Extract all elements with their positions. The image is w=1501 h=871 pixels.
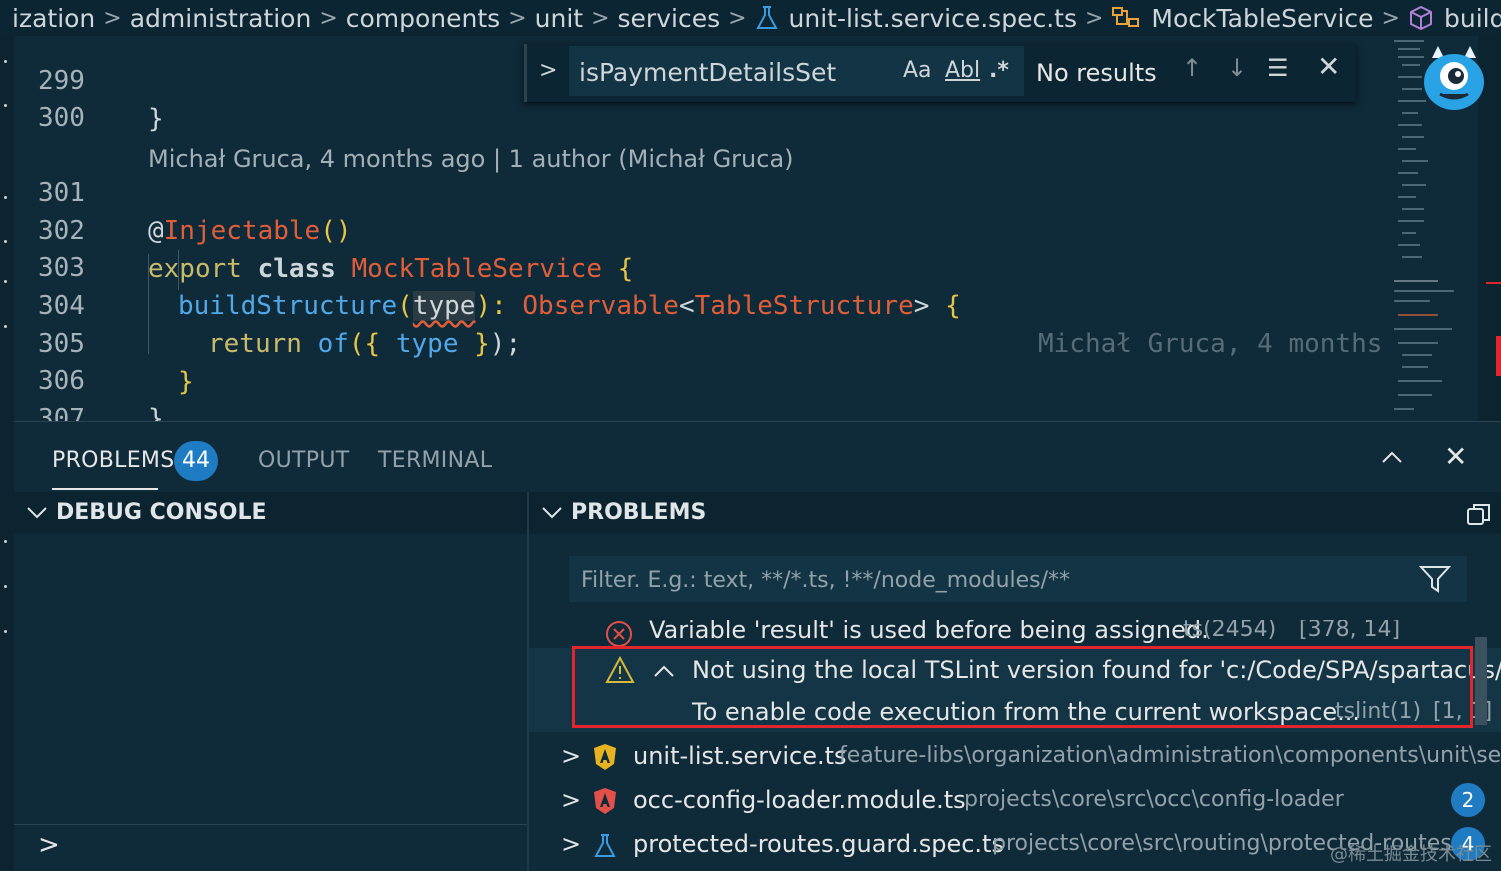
breadcrumb-item[interactable]: ization [12, 4, 95, 33]
active-tab-indicator [52, 488, 158, 490]
filter-funnel-icon[interactable] [1418, 564, 1452, 598]
strip-dot [4, 240, 7, 243]
file-name: protected-routes.guard.spec.ts [633, 830, 1004, 858]
chevron-right-icon: > [319, 5, 338, 31]
strip-dot [4, 325, 7, 328]
strip-dot [4, 60, 7, 63]
tab-problems[interactable]: PROBLEMS [52, 448, 174, 473]
line-number: 307 [38, 404, 85, 421]
breadcrumb: ization > administration > components > … [0, 0, 1501, 36]
problems-filter-input[interactable] [579, 562, 1403, 598]
code-line: 302 export class MockTableService { [14, 174, 1390, 284]
chevron-right-icon: > [591, 5, 610, 31]
problem-file-row[interactable]: > occ-config-loader.module.ts projects\c… [529, 778, 1501, 822]
close-icon[interactable]: ✕ [1444, 440, 1467, 473]
chevron-right-icon: > [728, 5, 747, 31]
file-path: feature-libs\organization\administration… [839, 743, 1501, 768]
strip-dot [4, 630, 7, 633]
match-whole-word-toggle[interactable]: Abl [945, 58, 980, 83]
code-line: 306 } [14, 324, 1390, 421]
chevron-right-icon: > [1084, 5, 1104, 31]
problems-filter-container [569, 556, 1467, 602]
restore-view-icon[interactable] [1466, 501, 1492, 531]
panel-tab-bar: PROBLEMS 44 OUTPUT TERMINAL ✕ [14, 422, 1501, 492]
tab-terminal[interactable]: TERMINAL [378, 448, 492, 473]
arrow-up-icon[interactable]: ↑ [1182, 54, 1202, 82]
code-line: 307 [14, 362, 1390, 421]
code-line: 301 @Injectable() [14, 136, 1390, 246]
method-cube-icon [1408, 5, 1434, 31]
breadcrumb-item[interactable]: MockTableService [1151, 4, 1373, 33]
debug-console-title: DEBUG CONSOLE [56, 500, 267, 525]
chevron-right-icon: > [561, 830, 582, 858]
strip-dot [4, 104, 7, 107]
strip-dot [4, 196, 7, 199]
code-line: 305 } [14, 287, 1390, 397]
code-line: 304 return of({ type }); [14, 249, 1390, 359]
chevron-right-icon: > [1381, 5, 1400, 31]
chevron-right-icon: > [103, 5, 122, 31]
find-widget: > Aa Abl .* No results ↑ ↓ ☰ ✕ [524, 44, 1356, 102]
file-name: occ-config-loader.module.ts [633, 786, 966, 814]
find-in-selection-icon[interactable]: ☰ [1267, 54, 1289, 82]
codelens-line: Michał Gruca, 4 months ago | 1 author (M… [14, 102, 1390, 173]
tab-output[interactable]: OUTPUT [258, 448, 349, 473]
close-icon[interactable]: ✕ [1317, 50, 1340, 83]
regex-toggle[interactable]: .* [989, 58, 1009, 83]
chevron-right-icon: > [508, 5, 527, 31]
problem-count-badge: 2 [1451, 783, 1485, 817]
divider [14, 824, 527, 825]
chevron-up-icon[interactable] [1380, 442, 1404, 472]
problems-section-title: PROBLEMS [571, 500, 707, 525]
chevron-right-icon: > [561, 786, 582, 814]
problems-scrollbar[interactable] [1475, 637, 1487, 725]
breadcrumb-item[interactable]: services [618, 4, 721, 33]
watermark-text: @稀土掘金技术社区 [1330, 844, 1492, 865]
debug-console-header[interactable]: DEBUG CONSOLE [14, 492, 527, 534]
code-line: 303 buildStructure(type): Observable<Tab… [14, 211, 1390, 359]
flask-icon [593, 829, 617, 871]
flask-icon [755, 5, 779, 31]
strip-dot [4, 280, 7, 283]
class-icon [1111, 5, 1141, 31]
match-case-toggle[interactable]: Aa [903, 58, 932, 83]
breadcrumb-item[interactable]: administration [130, 4, 312, 33]
breadcrumb-item[interactable]: components [346, 4, 500, 33]
problem-file-row[interactable]: > unit-list.service.ts feature-libs\orga… [529, 734, 1501, 778]
chevron-down-icon [22, 492, 52, 534]
chevron-down-icon [537, 492, 567, 534]
debug-input-prompt-icon[interactable]: > [38, 830, 60, 860]
breadcrumb-item[interactable]: buildStructure [1444, 4, 1501, 33]
strip-dot [4, 585, 7, 588]
file-name: unit-list.service.ts [633, 742, 847, 770]
monster-mascot-icon [1418, 42, 1490, 114]
error-marker [1486, 282, 1501, 284]
breadcrumb-item[interactable]: unit [535, 4, 583, 33]
find-result-status: No results [1036, 59, 1157, 87]
activity-strip [0, 0, 14, 870]
debug-console-body [14, 534, 527, 871]
annotation-highlight-box [572, 646, 1473, 728]
code-text: } [148, 404, 164, 421]
toggle-replace-chevron-icon[interactable]: > [539, 58, 557, 83]
arrow-down-icon[interactable]: ↓ [1227, 54, 1247, 82]
breadcrumb-item[interactable]: unit-list.service.spec.ts [789, 4, 1077, 33]
chevron-right-icon: > [561, 742, 582, 770]
strip-dot [4, 540, 7, 543]
problems-count-badge: 44 [174, 441, 218, 481]
problems-section-header[interactable]: PROBLEMS [529, 492, 1501, 534]
file-path: projects\core\src\occ\config-loader [964, 787, 1344, 812]
error-marker [1496, 336, 1501, 376]
find-input[interactable] [577, 54, 891, 90]
find-input-container: Aa Abl .* [569, 46, 1024, 96]
